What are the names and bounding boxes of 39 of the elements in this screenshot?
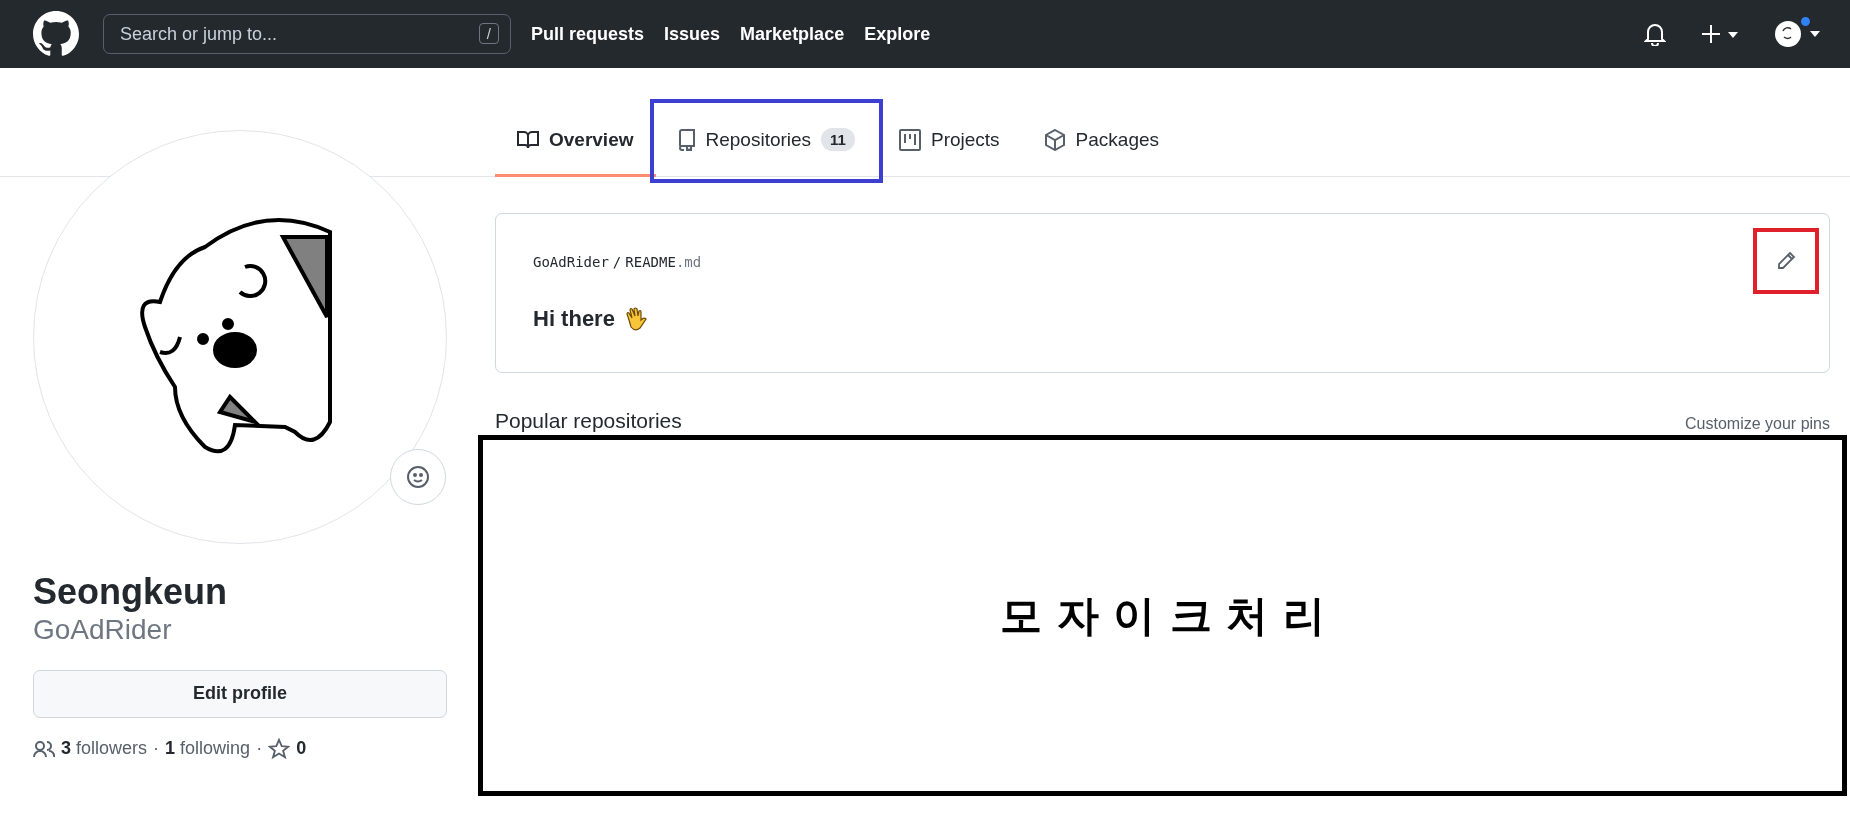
nav-link[interactable]: Pull requests <box>531 23 645 45</box>
separator-dot: · <box>153 738 160 760</box>
shortcut-key: / <box>478 23 499 44</box>
package-icon <box>1043 128 1066 151</box>
readme-file-link[interactable]: README.md <box>625 254 702 270</box>
owner-link[interactable]: GoAdRider <box>533 254 609 270</box>
bell-icon[interactable] <box>1644 22 1666 46</box>
book-icon <box>517 129 539 150</box>
plus-dropdown-icon[interactable] <box>1700 23 1740 45</box>
following-link[interactable]: 1 following <box>165 738 251 760</box>
path-separator: / <box>612 254 622 270</box>
nav-link[interactable]: Explore <box>864 23 931 45</box>
repo-icon <box>677 128 696 151</box>
profile-tab[interactable]: Projects <box>876 105 1022 177</box>
project-board-icon <box>898 128 921 151</box>
octocat-logo-icon[interactable] <box>33 11 79 57</box>
profile-username: GoAdRider <box>33 613 173 647</box>
set-status-button[interactable] <box>390 449 446 505</box>
section-title: Popular repositories <box>495 409 682 433</box>
edit-profile-button[interactable]: Edit profile <box>33 669 447 718</box>
mosaic-label: 모 자 이 크 처 리 <box>999 589 1326 642</box>
people-icon <box>33 739 55 758</box>
profile-tab[interactable]: Repositories 11 <box>655 105 877 177</box>
followers-link[interactable]: 3 followers <box>61 738 148 760</box>
profile-name: Seongkeun <box>33 570 229 614</box>
stars-count[interactable]: 0 <box>296 738 307 760</box>
star-icon <box>268 737 291 760</box>
profile-tab[interactable]: Packages <box>1021 105 1182 177</box>
customize-pins-link[interactable]: Customize your pins <box>1685 415 1830 433</box>
user-avatar-dropdown[interactable] <box>1774 19 1822 49</box>
pencil-icon <box>1776 251 1796 271</box>
profile-tab[interactable]: Overview <box>495 105 656 177</box>
smiley-icon <box>406 465 430 489</box>
nav-link[interactable]: Marketplace <box>740 23 845 45</box>
nav-link[interactable]: Issues <box>664 23 721 45</box>
readme-heading: Hi there <box>533 306 615 332</box>
count-badge: 11 <box>821 128 855 151</box>
separator-dot: · <box>256 738 263 760</box>
edit-readme-button[interactable] <box>1753 228 1819 294</box>
